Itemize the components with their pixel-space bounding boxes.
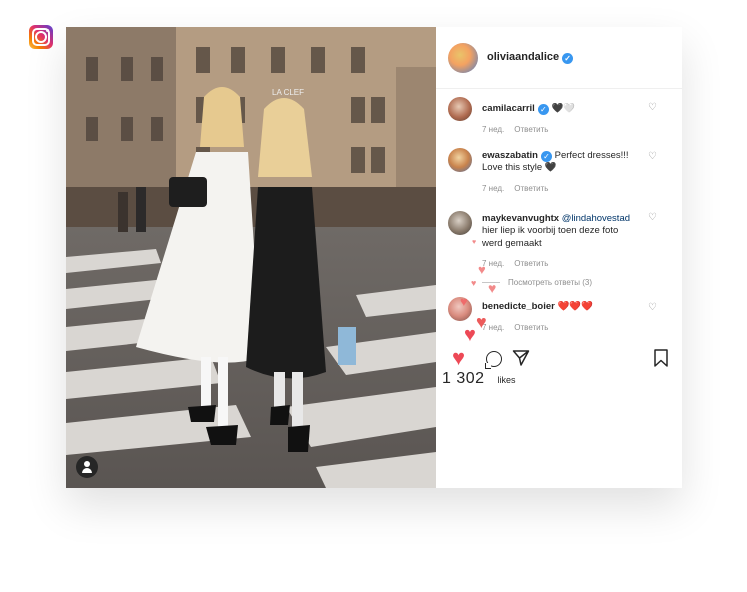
floating-heart-icon: ♥: [472, 239, 477, 246]
instagram-logo-icon: [29, 25, 53, 49]
comments-list: camilacarril ✓ 🖤🤍 7 нед. Ответить ♡ ewasza…: [436, 97, 682, 332]
floating-heart-icon: ♥: [460, 294, 468, 309]
comment-time: 7 нед.: [482, 183, 505, 193]
author-avatar[interactable]: [448, 42, 478, 73]
reply-link[interactable]: Ответить: [514, 125, 548, 134]
comment-like-icon[interactable]: ♡: [648, 303, 658, 313]
floating-heart-icon: ♥: [476, 312, 487, 332]
author-username[interactable]: oliviaandalice ✓: [487, 51, 574, 64]
reply-link[interactable]: Ответить: [514, 259, 548, 268]
verified-badge-icon: ✓: [562, 53, 574, 64]
post-card: LA CLEF oliviaandalice ✓ camilacarril ✓ …: [66, 27, 682, 488]
comment-item: ewaszabatin ✓ Perfect dresses!!! Love thi…: [448, 147, 670, 193]
commenter-avatar[interactable]: [448, 210, 472, 235]
floating-heart-icon: ♥: [478, 262, 486, 277]
commenter-avatar[interactable]: [448, 147, 472, 172]
commenter-username[interactable]: ewaszabatin: [482, 150, 538, 161]
post-sidebar: oliviaandalice ✓ camilacarril ✓ 🖤🤍 7 нед. О…: [436, 27, 682, 488]
photo-illustration: LA CLEF: [66, 27, 436, 488]
comment-text: hier liep ik voorbij toen deze foto werd…: [482, 225, 619, 249]
likes-count: 1 302: [442, 370, 485, 387]
comment-text: ❤️❤️❤️: [557, 301, 594, 312]
post-header: oliviaandalice ✓: [436, 27, 682, 89]
reply-link[interactable]: Ответить: [514, 323, 548, 332]
floating-heart-icon: ♥: [488, 280, 497, 296]
storefront-sign: LA CLEF: [272, 88, 304, 97]
post-photo[interactable]: LA CLEF: [66, 27, 436, 488]
comment-like-icon[interactable]: ♡: [648, 212, 658, 223]
comment-item: camilacarril ✓ 🖤🤍 7 нед. Ответить ♡: [448, 97, 670, 134]
floating-heart-icon: ♥: [464, 324, 476, 346]
heart-filled-icon[interactable]: ♥: [452, 347, 465, 369]
likes-label: likes: [497, 375, 516, 385]
view-replies-link[interactable]: Посмотреть ответы (3): [482, 278, 670, 287]
comment-like-icon[interactable]: ♡: [648, 103, 658, 113]
mention-link[interactable]: @lindahovestad: [562, 213, 630, 224]
commenter-username[interactable]: maykevanvughtx: [482, 213, 559, 224]
comment-text: 🖤🤍: [551, 103, 576, 114]
verified-badge-icon: ✓: [537, 104, 549, 115]
bookmark-icon[interactable]: [654, 349, 668, 367]
paper-plane-icon[interactable]: [512, 349, 530, 367]
commenter-avatar[interactable]: [448, 97, 472, 121]
tagged-user-icon[interactable]: [76, 456, 98, 478]
post-actions: ♥: [452, 347, 668, 371]
comment-like-icon[interactable]: ♡: [648, 151, 658, 162]
comment-item: maykevanvughtx @lindahovestad hier liep …: [448, 210, 670, 268]
commenter-username[interactable]: camilacarril: [482, 103, 535, 114]
likes-summary[interactable]: 1 302 likes: [442, 370, 516, 388]
floating-heart-icon: ♥: [471, 278, 477, 288]
verified-badge-icon: ✓: [540, 150, 552, 162]
reply-link[interactable]: Ответить: [514, 184, 548, 193]
commenter-username[interactable]: benedicte_boier: [482, 301, 555, 312]
comment-time: 7 нед.: [482, 124, 505, 134]
comment-icon[interactable]: [485, 351, 502, 369]
